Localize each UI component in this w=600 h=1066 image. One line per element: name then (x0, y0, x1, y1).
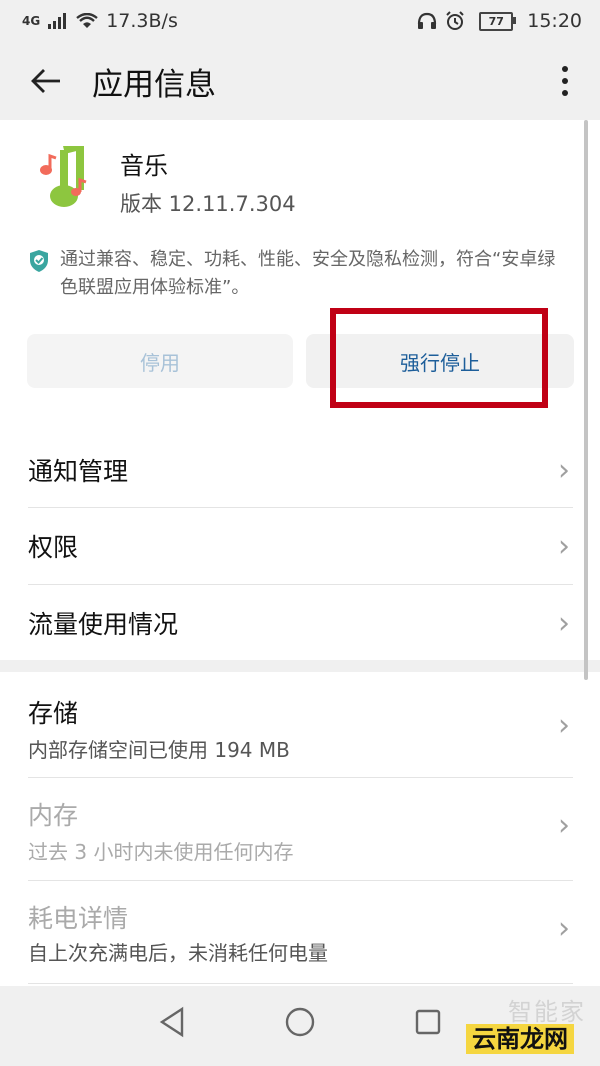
detail-title: 存储 (28, 699, 79, 728)
menu-item-label: 权限 (28, 533, 79, 562)
chevron-right-icon: › (558, 528, 570, 564)
more-options-icon[interactable] (530, 66, 600, 96)
highlight-box (330, 308, 548, 408)
wifi-icon (76, 13, 98, 28)
watermark-text: 智能家 (508, 998, 586, 1026)
chevron-right-icon: › (558, 808, 570, 843)
back-button[interactable] (0, 42, 92, 120)
page-title: 应用信息 (92, 66, 216, 103)
app-version: 版本 12.11.7.304 (120, 192, 296, 216)
signal-icon (48, 13, 67, 29)
menu-item-label: 通知管理 (28, 457, 129, 486)
watermark-logo: 云南龙网 (466, 1024, 574, 1054)
disable-button[interactable]: 停用 (27, 334, 293, 388)
network-type: 4G (22, 14, 41, 28)
chevron-right-icon: › (558, 911, 570, 946)
detail-subtitle: 内部存储空间已使用 194 MB (28, 738, 290, 762)
clock: 15:20 (527, 10, 582, 32)
app-bar: 应用信息 (0, 42, 600, 120)
chevron-right-icon: › (558, 708, 570, 743)
shield-check-icon (30, 250, 48, 272)
certification-notice: 通过兼容、稳定、功耗、性能、安全及隐私检测，符合“安卓绿色联盟应用体验标准”。 (28, 246, 573, 302)
battery-icon: 77 (479, 11, 517, 31)
headphones-icon (418, 12, 437, 29)
detail-item-memory[interactable]: 内存 过去 3 小时内未使用任何内存 › (0, 778, 600, 880)
chevron-right-icon: › (558, 605, 570, 641)
music-app-icon (40, 146, 87, 207)
menu-item-permissions[interactable]: 权限 › (0, 508, 600, 584)
chevron-right-icon: › (558, 452, 570, 488)
detail-item-battery[interactable]: 耗电详情 自上次充满电后，未消耗任何电量 › (0, 881, 600, 983)
recent-apps-icon[interactable] (414, 1008, 442, 1036)
arrow-left-icon (31, 69, 60, 93)
scrollbar[interactable] (584, 120, 588, 680)
app-name: 音乐 (120, 152, 168, 180)
battery-level: 77 (488, 14, 504, 28)
detail-title: 耗电详情 (28, 904, 129, 933)
menu-item-label: 流量使用情况 (28, 610, 179, 639)
home-circle-icon[interactable] (284, 1006, 316, 1038)
menu-item-notifications[interactable]: 通知管理 › (0, 432, 600, 508)
divider (28, 983, 573, 984)
detail-title: 内存 (28, 801, 79, 830)
detail-subtitle: 过去 3 小时内未使用任何内存 (28, 840, 294, 864)
detail-item-storage[interactable]: 存储 内部存储空间已使用 194 MB › (0, 672, 600, 777)
status-bar: 4G 17.3B/s 77 15:20 (0, 0, 600, 42)
back-triangle-icon[interactable] (158, 1006, 186, 1038)
detail-subtitle: 自上次充满电后，未消耗任何电量 (28, 941, 328, 965)
menu-item-data-usage[interactable]: 流量使用情况 › (0, 585, 600, 661)
network-speed: 17.3B/s (106, 10, 178, 32)
alarm-icon (446, 11, 464, 30)
certification-text: 通过兼容、稳定、功耗、性能、安全及隐私检测，符合“安卓绿色联盟应用体验标准”。 (60, 249, 556, 298)
